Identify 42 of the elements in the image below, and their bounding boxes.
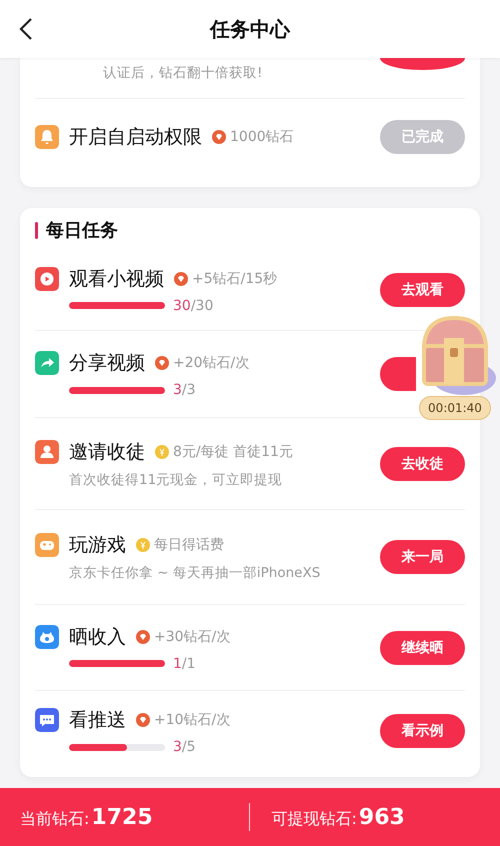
withdraw-value: 963 <box>358 804 405 830</box>
diamond-badge-icon <box>212 130 226 144</box>
progress-count: 3/5 <box>173 739 196 755</box>
reward-text: 每日得话费 <box>154 536 224 554</box>
task-description: 首次收徒得11元现金，可立即提现 <box>68 470 284 488</box>
task-title: 晒收入 <box>69 624 126 650</box>
page-title: 任务中心 <box>210 16 290 42</box>
reward-text: +20钻石/次 <box>173 354 250 372</box>
section-title: 每日任务 <box>46 219 118 242</box>
withdraw-label: 可提现钻石: <box>272 808 357 830</box>
balance-label: 当前钻石: <box>20 808 90 830</box>
task-button[interactable] <box>380 357 416 391</box>
task-button[interactable]: 来一局 <box>380 540 465 574</box>
balance-value: 1725 <box>91 804 153 830</box>
task-description: 京东卡任你拿 ~ 每天再抽一部iPhoneXS <box>68 564 322 582</box>
reward-text: 8元/每徒 首徒11元 <box>173 442 293 460</box>
task-button[interactable]: 继续晒 <box>380 630 465 664</box>
back-icon[interactable] <box>18 17 34 41</box>
task-button[interactable]: 去观看 <box>380 272 465 306</box>
reward-text: +10钻石/次 <box>154 711 230 729</box>
countdown-timer: 00:01:40 <box>419 396 491 420</box>
diamond-badge-icon <box>136 630 150 644</box>
task-title: 玩游戏 <box>69 533 126 558</box>
progress-count: 30/30 <box>173 298 214 314</box>
reward-text: 1000钻石 <box>230 128 294 146</box>
diamond-badge-icon <box>155 356 169 370</box>
task-title: 分享视频 <box>69 351 145 376</box>
task-description: 认证后，钻石翻十倍获取! <box>102 64 262 82</box>
task-title: 观看小视频 <box>69 266 164 292</box>
diamond-badge-icon <box>136 713 150 727</box>
task-title: 邀请收徒 <box>69 440 145 464</box>
progress-count: 1/1 <box>173 656 196 672</box>
progress-count: 3/3 <box>173 382 196 398</box>
yuan-coin-icon <box>136 538 150 552</box>
task-button[interactable]: 去收徒 <box>380 446 465 480</box>
task-button[interactable]: 看示例 <box>380 714 465 748</box>
task-title: 看推送 <box>69 708 126 733</box>
reward-text: +30钻石/次 <box>154 628 230 646</box>
task-title: 开启自启动权限 <box>69 125 202 150</box>
yuan-coin-icon <box>155 444 169 458</box>
reward-text: +5钻石/15秒 <box>192 270 278 288</box>
diamond-badge-icon <box>174 272 188 286</box>
